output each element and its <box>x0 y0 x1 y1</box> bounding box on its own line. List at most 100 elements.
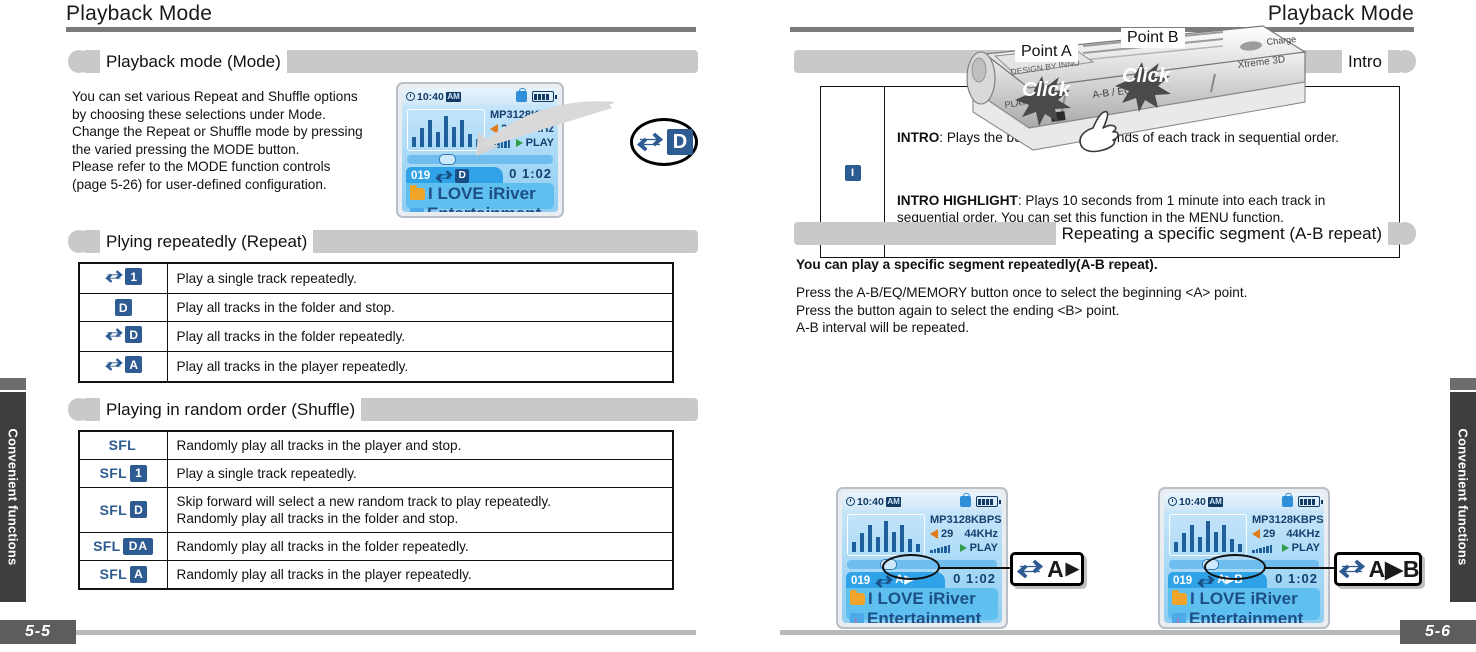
click-burst-b-label: Click <box>1122 64 1170 87</box>
left-footer-rule <box>76 630 696 635</box>
right-footer-rule <box>780 630 1400 635</box>
section-cap-icon <box>1394 50 1416 73</box>
left-page-number: 5-5 <box>0 620 76 644</box>
device-illustration: Charge Xtreme 3D DESIGN BY INNO A-B / EQ… <box>933 20 1333 180</box>
section-cap-icon <box>1394 222 1416 245</box>
folder-icon <box>1172 590 1187 605</box>
lcd-elapsed-time: 0 1:02 <box>1275 571 1318 586</box>
clock-icon <box>846 497 855 506</box>
intro-highlight-term: INTRO HIGHLIGHT <box>897 193 1018 208</box>
sfl-label: SFL <box>99 501 127 518</box>
music-note-icon <box>410 206 424 212</box>
ab-paragraph: Press the A-B/EQ/MEMORY button once to s… <box>796 285 1248 336</box>
lcd-track-meta: MP3 128KBPS 29 44KHz <box>930 513 1002 555</box>
manual-spread: Playback Mode Playback mode (Mode) You c… <box>0 0 1476 652</box>
repeat-badge-letter: D <box>125 326 143 343</box>
repeat-icon-cell: D <box>78 293 168 322</box>
music-note-icon <box>1172 611 1186 623</box>
table-row: SFL DA Randomly play all tracks in the f… <box>78 532 674 561</box>
repeat-arrows-icon <box>1338 559 1365 579</box>
playback-mode-paragraph: You can set various Repeat and Shuffle o… <box>72 89 363 192</box>
repeat-arrows-icon <box>875 574 893 588</box>
lcd-line1: I LOVE iRiver <box>1190 589 1298 608</box>
lcd-line1: I LOVE iRiver <box>868 589 976 608</box>
shuffle-icon-cell: SFL <box>78 430 168 460</box>
shuffle-badge-letter: A <box>129 565 147 583</box>
repeat-folder-glyph: D <box>635 129 693 155</box>
left-side-tab[interactable]: Convenient functions <box>0 392 26 602</box>
shuffle-icon-cell: SFL A <box>78 560 168 590</box>
lcd-volume: 29 <box>941 528 954 540</box>
right-side-tab-cap <box>1450 378 1476 390</box>
table-row: SFL 1 Play a single track repeatedly. <box>78 459 674 488</box>
lcd-bitrate: 128KBPS <box>952 514 1002 526</box>
lock-icon <box>1282 493 1293 507</box>
repeat-arrows-icon <box>105 328 123 341</box>
volume-bars-icon <box>1252 543 1272 553</box>
table-row: SFL D Skip forward will select a new ran… <box>78 487 674 533</box>
section-header-playback-mode: Playback mode (Mode) <box>68 50 698 73</box>
lcd-a-leader-line <box>938 567 1012 569</box>
folder-icon <box>410 185 425 200</box>
right-page: Playback Mode Intro I INTRO: Plays the b… <box>738 0 1476 652</box>
lcd-track-list: I LOVE iRiver Entertainment <box>406 183 554 212</box>
lcd-play-state: PLAY <box>969 542 998 554</box>
right-page-number: 5-6 <box>1400 620 1476 644</box>
repeat-icon-cell: D <box>78 321 168 352</box>
lcd-mode-letter: D <box>455 169 470 183</box>
repeat-arrows-icon <box>105 358 123 371</box>
section-title: Intro <box>1341 50 1388 73</box>
lcd-track-list: I LOVE iRiver Entertainment <box>846 588 998 623</box>
lock-icon <box>960 493 971 507</box>
lcd-list-item: Entertainment <box>410 204 550 212</box>
shuffle-icon-cell: SFL 1 <box>78 459 168 488</box>
lcd-mode-letter: A▶B <box>1217 574 1243 587</box>
lcd-clock: 10:40 <box>857 495 884 508</box>
lcd-list-item: I LOVE iRiver <box>410 184 550 204</box>
callout-b-point: A▶B <box>1334 552 1422 586</box>
lcd-track-number: 019 <box>411 170 431 182</box>
lcd-mode-letter: A <box>895 574 904 587</box>
left-side-tab-label: Convenient functions <box>5 428 21 566</box>
table-row: D Play all tracks in the folder and stop… <box>78 293 674 322</box>
callout-letter: D <box>667 129 693 155</box>
lcd-bitrate: 128KBPS <box>1274 514 1324 526</box>
repeat-badge-letter: 1 <box>125 268 143 285</box>
callout-b-letter: A▶B <box>1368 555 1420 582</box>
shuffle-desc: Randomly play all tracks in the player a… <box>166 430 674 460</box>
table-row: D Play all tracks in the folder repeated… <box>78 321 674 352</box>
sfl-label: SFL <box>99 465 127 482</box>
lcd-ampm: AM <box>1207 496 1224 507</box>
section-title: Plying repeatedly (Repeat) <box>100 230 314 253</box>
folder-icon <box>850 590 865 605</box>
lcd-track-list: I LOVE iRiver Entertainment <box>1168 588 1320 623</box>
left-header-rule <box>66 27 696 32</box>
right-side-tab[interactable]: Convenient functions <box>1450 392 1476 602</box>
play-triangle-icon <box>959 544 967 552</box>
repeat-arrows-icon <box>636 132 664 152</box>
callout-repeat-folder: D <box>630 118 698 166</box>
lcd-samplerate: 44KHz <box>1286 528 1320 540</box>
repeat-arrows-icon <box>105 270 123 283</box>
lcd-screen-point-a: 10:40 AM MP3 128KBPS 29 44KHz PLAY 0 1:0… <box>836 487 1008 629</box>
repeat-mode-table: 1 Play a single track repeatedly. D Play… <box>78 262 674 383</box>
sfl-label: SFL <box>108 437 136 453</box>
volume-bars-icon <box>930 543 950 553</box>
callout-arrow <box>476 101 614 156</box>
lcd-line2: Entertainment <box>867 609 982 623</box>
section-header-shuffle: Playing in random order (Shuffle) <box>68 398 698 421</box>
lcd-play-state: PLAY <box>1291 542 1320 554</box>
lcd-track-meta: MP3 128KBPS 29 44KHz <box>1252 513 1324 555</box>
click-burst-a-label: Click <box>1022 78 1070 101</box>
section-title: Playing in random order (Shuffle) <box>100 398 362 421</box>
lcd-status-bar: 10:40 AM <box>842 493 1002 510</box>
lcd-list-item: I LOVE iRiver <box>1172 589 1316 609</box>
lcd-screen-point-b: 10:40 AM MP3 128KBPS 29 44KHz PLAY 0 1:0… <box>1158 487 1330 629</box>
table-row: A Play all tracks in the player repeated… <box>78 351 674 383</box>
shuffle-badge-letter: D <box>129 501 147 519</box>
repeat-badge-letter: A <box>125 356 143 373</box>
clock-icon <box>1168 497 1177 506</box>
lcd-mode-badge: D <box>434 168 470 185</box>
repeat-desc: Play all tracks in the folder repeatedly… <box>166 321 674 352</box>
table-row: 1 Play a single track repeatedly. <box>78 262 674 294</box>
